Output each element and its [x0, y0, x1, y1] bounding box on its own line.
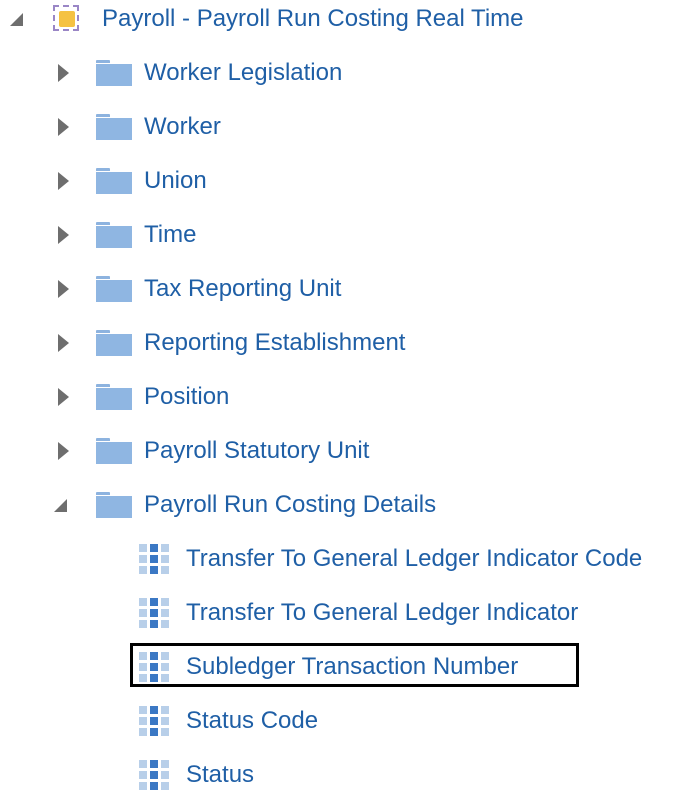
expand-toggle-icon[interactable]	[54, 388, 72, 406]
column-icon	[139, 598, 169, 628]
tree-folder-label[interactable]: Worker Legislation	[144, 61, 342, 85]
tree-folder-payroll-statutory-unit[interactable]: Payroll Statutory Unit	[0, 424, 700, 478]
collapse-toggle-icon[interactable]	[8, 10, 26, 28]
folder-icon	[96, 438, 132, 464]
tree-folder-label[interactable]: Position	[144, 385, 229, 409]
folder-icon	[96, 222, 132, 248]
tree-folder-worker[interactable]: Worker	[0, 100, 700, 154]
tree-folder-reporting-establishment[interactable]: Reporting Establishment	[0, 316, 700, 370]
tree-column-status[interactable]: Status	[0, 748, 700, 802]
tree-folder-label[interactable]: Reporting Establishment	[144, 331, 405, 355]
folder-icon	[96, 276, 132, 302]
expand-toggle-icon[interactable]	[54, 172, 72, 190]
tree-folder-union[interactable]: Union	[0, 154, 700, 208]
tree-node-root[interactable]: Payroll - Payroll Run Costing Real Time	[0, 0, 700, 46]
folder-icon	[96, 330, 132, 356]
tree-folder-label[interactable]: Union	[144, 169, 207, 193]
tree-folder-worker-legislation[interactable]: Worker Legislation	[0, 46, 700, 100]
tree-column-label[interactable]: Status Code	[186, 709, 318, 733]
expand-toggle-icon[interactable]	[54, 226, 72, 244]
tree-column-label[interactable]: Subledger Transaction Number	[186, 655, 518, 679]
tree-folder-time[interactable]: Time	[0, 208, 700, 262]
expand-toggle-icon[interactable]	[54, 334, 72, 352]
tree-folder-tax-reporting-unit[interactable]: Tax Reporting Unit	[0, 262, 700, 316]
subject-area-icon	[50, 2, 84, 36]
tree-folder-payroll-run-costing-details[interactable]: Payroll Run Costing Details	[0, 478, 700, 532]
column-icon	[139, 760, 169, 790]
folder-icon	[96, 384, 132, 410]
tree-column-transfer-to-gl-indicator-code[interactable]: Transfer To General Ledger Indicator Cod…	[0, 532, 700, 586]
folder-icon	[96, 114, 132, 140]
column-icon	[139, 706, 169, 736]
subject-area-tree: Payroll - Payroll Run Costing Real Time …	[0, 0, 700, 790]
column-icon	[139, 652, 169, 682]
tree-folder-label[interactable]: Payroll Run Costing Details	[144, 493, 436, 517]
folder-icon	[96, 492, 132, 518]
folder-icon	[96, 168, 132, 194]
folder-icon	[96, 60, 132, 86]
tree-column-transfer-to-gl-indicator[interactable]: Transfer To General Ledger Indicator	[0, 586, 700, 640]
tree-folder-label[interactable]: Payroll Statutory Unit	[144, 439, 369, 463]
tree-column-subledger-transaction-number[interactable]: Subledger Transaction Number	[0, 640, 700, 694]
tree-folder-label[interactable]: Tax Reporting Unit	[144, 277, 341, 301]
tree-folder-position[interactable]: Position	[0, 370, 700, 424]
expand-toggle-icon[interactable]	[54, 64, 72, 82]
tree-folder-label[interactable]: Worker	[144, 115, 221, 139]
tree-column-label[interactable]: Transfer To General Ledger Indicator	[186, 601, 578, 625]
expand-toggle-icon[interactable]	[54, 442, 72, 460]
tree-column-label[interactable]: Transfer To General Ledger Indicator Cod…	[186, 547, 642, 571]
column-icon	[139, 544, 169, 574]
tree-column-label[interactable]: Status	[186, 763, 254, 787]
tree-node-label[interactable]: Payroll - Payroll Run Costing Real Time	[102, 7, 524, 31]
expand-toggle-icon[interactable]	[54, 280, 72, 298]
tree-column-status-code[interactable]: Status Code	[0, 694, 700, 748]
expand-toggle-icon[interactable]	[54, 118, 72, 136]
collapse-toggle-icon[interactable]	[52, 496, 70, 514]
tree-folder-label[interactable]: Time	[144, 223, 196, 247]
